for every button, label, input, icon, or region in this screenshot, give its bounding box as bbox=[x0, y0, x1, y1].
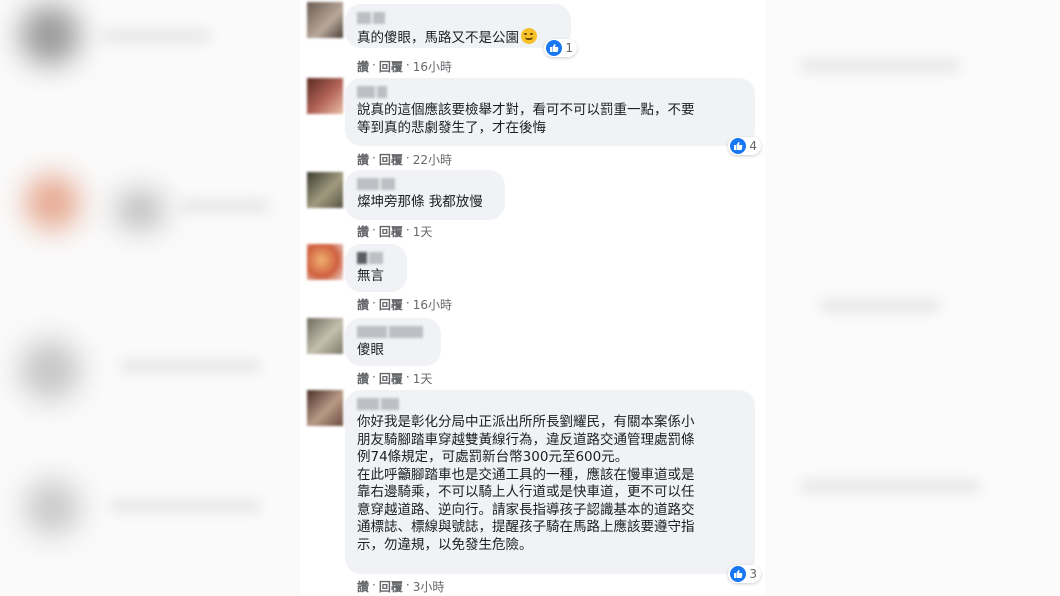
comment-bubble: 真的傻眼，馬路又不是公園 1 bbox=[345, 4, 577, 57]
like-link[interactable]: 讚 bbox=[357, 578, 369, 595]
reaction-count[interactable]: 1 bbox=[544, 39, 577, 57]
like-link[interactable]: 讚 bbox=[357, 223, 369, 240]
like-icon bbox=[546, 40, 563, 56]
smiling-face-icon bbox=[521, 28, 537, 44]
reply-link[interactable]: 回覆 bbox=[379, 223, 403, 240]
comment-list: 真的傻眼，馬路又不是公園 1 讚 · 回覆 · 16小時 說真的這個應該要檢舉才… bbox=[305, 0, 765, 596]
commenter-name[interactable] bbox=[357, 86, 743, 98]
comment-text: 你好我是彰化分局中正派出所所長劉耀民，有關本案係小 朋友騎腳踏車穿越雙黃線行為，… bbox=[357, 414, 695, 553]
like-link[interactable]: 讚 bbox=[357, 58, 369, 75]
timestamp[interactable]: 1天 bbox=[413, 370, 433, 387]
like-link[interactable]: 讚 bbox=[357, 151, 369, 168]
like-link[interactable]: 讚 bbox=[357, 370, 369, 387]
comment-text: 燦坤旁那條 我都放慢 bbox=[357, 194, 483, 210]
reply-link[interactable]: 回覆 bbox=[379, 58, 403, 75]
avatar[interactable] bbox=[307, 390, 343, 426]
commenter-name[interactable] bbox=[357, 326, 429, 338]
comment-actions: 讚 · 回覆 · 3小時 bbox=[357, 578, 445, 595]
reaction-count[interactable]: 3 bbox=[728, 565, 761, 583]
comment-bubble: 無言 bbox=[345, 244, 407, 292]
comment-actions: 讚 · 回覆 · 22小時 bbox=[357, 151, 452, 168]
like-icon bbox=[730, 566, 747, 582]
timestamp[interactable]: 16小時 bbox=[413, 296, 452, 313]
like-link[interactable]: 讚 bbox=[357, 296, 369, 313]
comment-bubble: 你好我是彰化分局中正派出所所長劉耀民，有關本案係小 朋友騎腳踏車穿越雙黃線行為，… bbox=[345, 390, 761, 583]
avatar[interactable] bbox=[307, 318, 343, 354]
right-blurred-background bbox=[760, 0, 1060, 596]
comment-text: 無言 bbox=[357, 268, 384, 284]
reaction-count[interactable]: 4 bbox=[728, 137, 761, 155]
comment-bubble: 傻眼 bbox=[345, 318, 441, 366]
commenter-name[interactable] bbox=[357, 178, 493, 190]
commenter-name[interactable] bbox=[357, 398, 743, 410]
comment-actions: 讚 · 回覆 · 1天 bbox=[357, 223, 433, 240]
avatar[interactable] bbox=[307, 2, 343, 38]
comment-bubble: 說真的這個應該要檢舉才對，看可不可以罰重一點，不要 等到真的悲劇發生了，才在後悔… bbox=[345, 78, 761, 155]
avatar[interactable] bbox=[307, 172, 343, 208]
avatar[interactable] bbox=[307, 244, 343, 280]
comment-text: 傻眼 bbox=[357, 342, 384, 358]
left-blurred-background bbox=[0, 0, 300, 596]
reply-link[interactable]: 回覆 bbox=[379, 296, 403, 313]
comment-actions: 讚 · 回覆 · 16小時 bbox=[357, 58, 452, 75]
timestamp[interactable]: 22小時 bbox=[413, 151, 452, 168]
comment-text: 真的傻眼，馬路又不是公園 bbox=[357, 28, 559, 48]
comment-actions: 讚 · 回覆 · 16小時 bbox=[357, 296, 452, 313]
comment-bubble: 燦坤旁那條 我都放慢 bbox=[345, 170, 505, 220]
commenter-name[interactable] bbox=[357, 252, 395, 264]
timestamp[interactable]: 1天 bbox=[413, 223, 433, 240]
timestamp[interactable]: 3小時 bbox=[413, 578, 445, 595]
reply-link[interactable]: 回覆 bbox=[379, 578, 403, 595]
timestamp[interactable]: 16小時 bbox=[413, 58, 452, 75]
like-icon bbox=[730, 138, 747, 154]
avatar[interactable] bbox=[307, 78, 343, 114]
reply-link[interactable]: 回覆 bbox=[379, 370, 403, 387]
commenter-name[interactable] bbox=[357, 12, 559, 24]
comment-actions: 讚 · 回覆 · 1天 bbox=[357, 370, 433, 387]
comment-text: 說真的這個應該要檢舉才對，看可不可以罰重一點，不要 等到真的悲劇發生了，才在後悔 bbox=[357, 102, 695, 136]
reply-link[interactable]: 回覆 bbox=[379, 151, 403, 168]
